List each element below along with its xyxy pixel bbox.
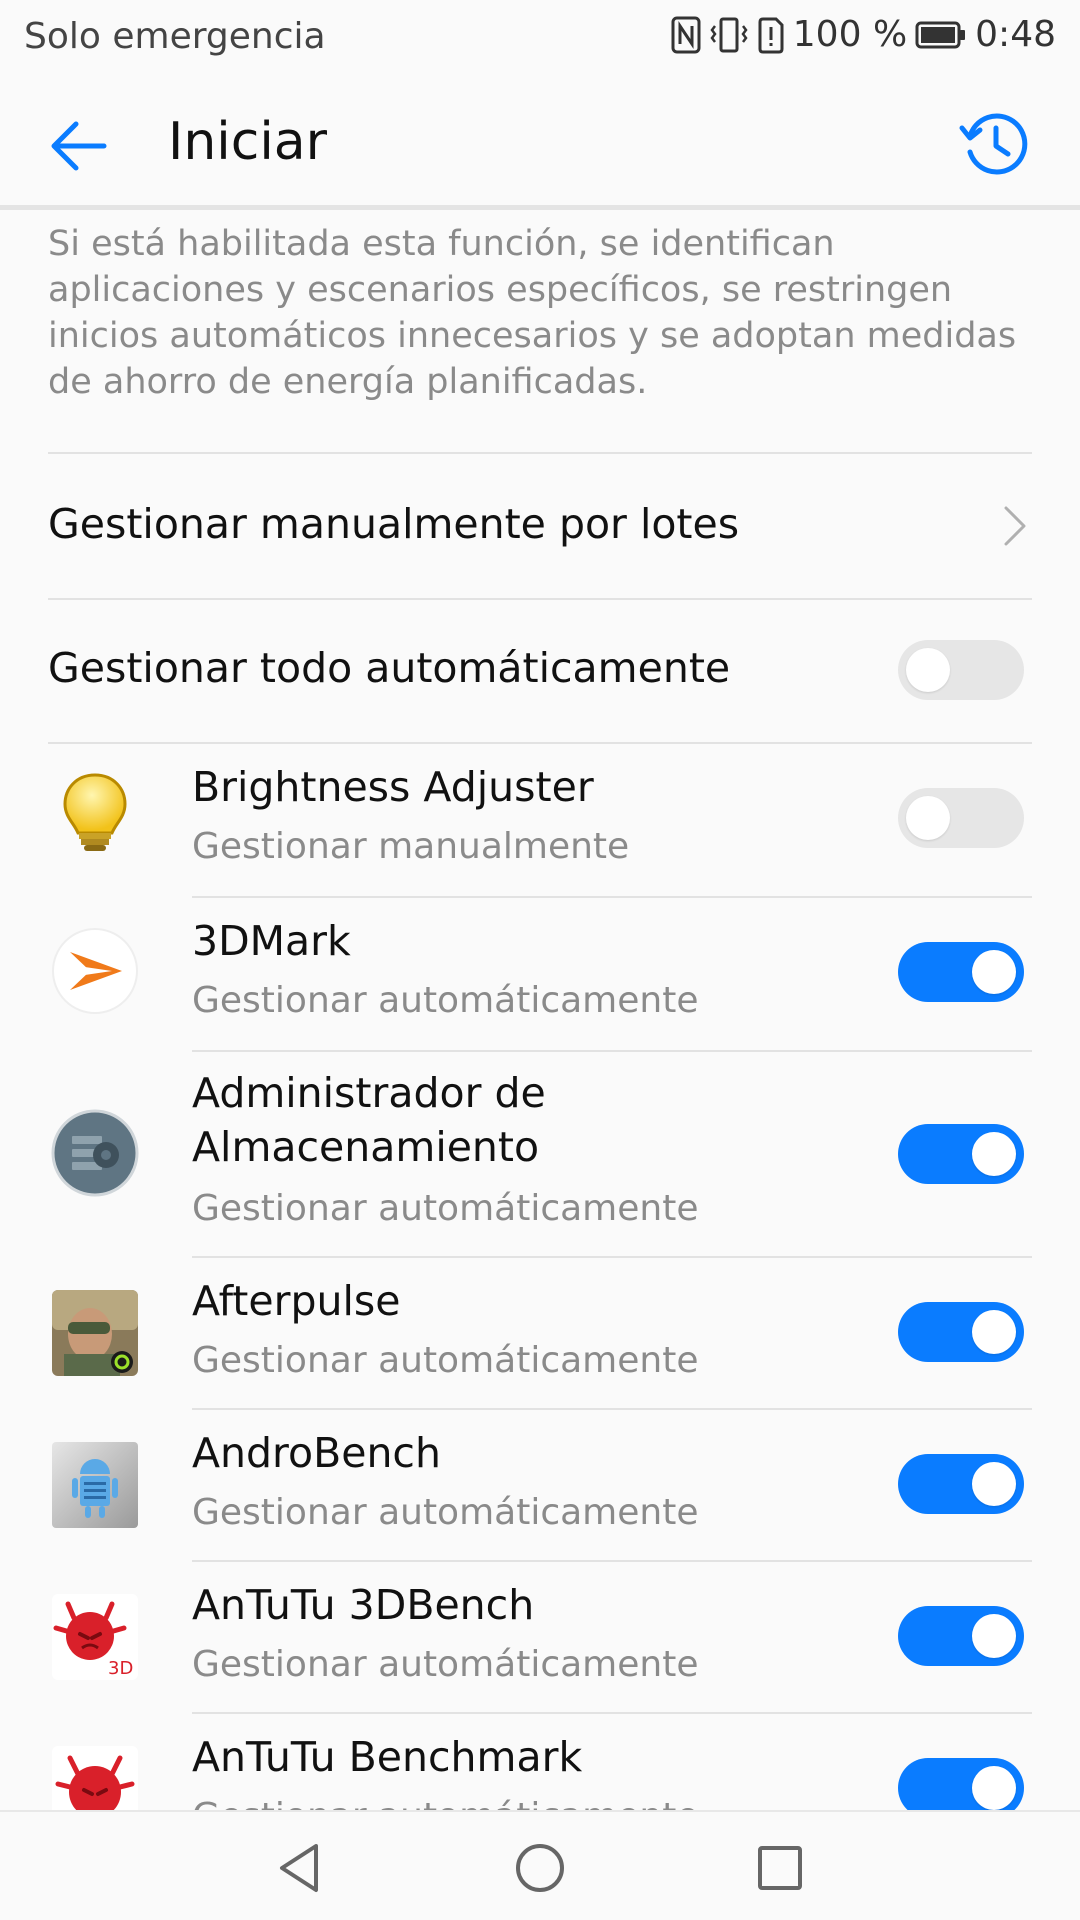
chevron-right-icon [1004, 506, 1026, 546]
battery-percent: 100 % [792, 14, 908, 55]
app-toggle[interactable] [898, 788, 1024, 848]
app-row-3dmark: 3DMark Gestionar automáticamente [0, 898, 1080, 1048]
toggle-knob [906, 796, 950, 840]
storage-manager-icon [50, 1108, 140, 1198]
vibrate-icon [709, 16, 749, 54]
battery-icon [915, 20, 967, 50]
app-name: AnTuTu 3DBench [192, 1581, 535, 1629]
toggle-knob [972, 1614, 1016, 1658]
app-status: Gestionar automáticamente [192, 1188, 699, 1229]
app-name: AnTuTu Benchmark [192, 1733, 583, 1781]
auto-manage-all-toggle[interactable] [898, 640, 1024, 700]
content-area[interactable]: Si está habilitada esta función, se iden… [0, 215, 1080, 1810]
navigation-bar [0, 1810, 1080, 1920]
app-bar: Iniciar [0, 76, 1080, 210]
afterpulse-icon [50, 1288, 140, 1378]
history-button[interactable] [956, 106, 1032, 182]
toggle-knob [972, 1310, 1016, 1354]
carrier-label: Solo emergencia [24, 16, 326, 57]
3dmark-icon [50, 926, 140, 1016]
square-recents-icon [758, 1846, 802, 1890]
nav-back-button[interactable] [272, 1840, 328, 1896]
antutu-benchmark-icon [50, 1744, 140, 1810]
app-row-afterpulse: Afterpulse Gestionar automáticamente [0, 1258, 1080, 1408]
toggle-knob [906, 648, 950, 692]
alert-sim-icon [757, 16, 785, 54]
auto-manage-all-label: Gestionar todo automáticamente [48, 644, 731, 692]
toggle-knob [972, 950, 1016, 994]
triangle-back-icon [280, 1844, 318, 1892]
toggle-knob [972, 1132, 1016, 1176]
app-status: Gestionar manualmente [192, 826, 630, 867]
batch-manage-label: Gestionar manualmente por lotes [48, 500, 740, 548]
app-toggle[interactable] [898, 942, 1024, 1002]
status-icons: 100 % 0:48 [671, 14, 1056, 55]
app-status: Gestionar automáticamente [192, 980, 699, 1021]
description-text: Si está habilitada esta función, se iden… [48, 224, 1017, 402]
nav-recents-button[interactable] [752, 1840, 808, 1896]
app-row-storage-manager: Administrador de Almacenamiento Gestiona… [0, 1052, 1080, 1256]
app-toggle[interactable] [898, 1302, 1024, 1362]
app-name: Brightness Adjuster [192, 763, 594, 811]
app-toggle[interactable] [898, 1606, 1024, 1666]
status-bar: Solo emergencia 100 % 0:48 [0, 0, 1080, 76]
app-toggle[interactable] [898, 1124, 1024, 1184]
app-toggle[interactable] [898, 1454, 1024, 1514]
toggle-knob [972, 1462, 1016, 1506]
app-status: Gestionar automáticamente [192, 1644, 699, 1685]
app-name: Administrador de Almacenamiento [192, 1069, 546, 1171]
lightbulb-icon [50, 769, 140, 859]
app-row-androbench: AndroBench Gestionar automáticamente [0, 1410, 1080, 1560]
app-status: Gestionar automáticamente [192, 1492, 699, 1533]
back-button[interactable] [44, 110, 116, 182]
clock: 0:48 [975, 14, 1056, 55]
app-status: Gestionar automáticamente [192, 1340, 699, 1381]
antutu-3dbench-icon: 3D [50, 1592, 140, 1682]
toggle-knob [972, 1766, 1016, 1810]
history-icon [959, 113, 1028, 175]
app-row-antutu-3dbench: 3D AnTuTu 3DBench Gestionar automáticame… [0, 1562, 1080, 1712]
auto-manage-all-row: Gestionar todo automáticamente [0, 600, 1080, 742]
app-row-brightness-adjuster: Brightness Adjuster Gestionar manualment… [0, 744, 1080, 894]
app-row-antutu-benchmark: AnTuTu Benchmark Gestionar automáticamen… [0, 1714, 1080, 1810]
nav-home-button[interactable] [512, 1840, 568, 1896]
back-arrow-icon [51, 121, 107, 171]
androbench-icon [50, 1440, 140, 1530]
app-name: AndroBench [192, 1429, 441, 1477]
svg-text:3D: 3D [108, 1658, 133, 1679]
app-toggle[interactable] [898, 1758, 1024, 1810]
app-status: Gestionar automáticamente [192, 1796, 698, 1810]
app-name: Afterpulse [192, 1277, 401, 1325]
page-title: Iniciar [168, 112, 328, 172]
app-name: 3DMark [192, 917, 351, 965]
circle-home-icon [516, 1844, 564, 1892]
nfc-icon [671, 16, 701, 54]
batch-manage-row[interactable]: Gestionar manualmente por lotes [0, 454, 1080, 598]
